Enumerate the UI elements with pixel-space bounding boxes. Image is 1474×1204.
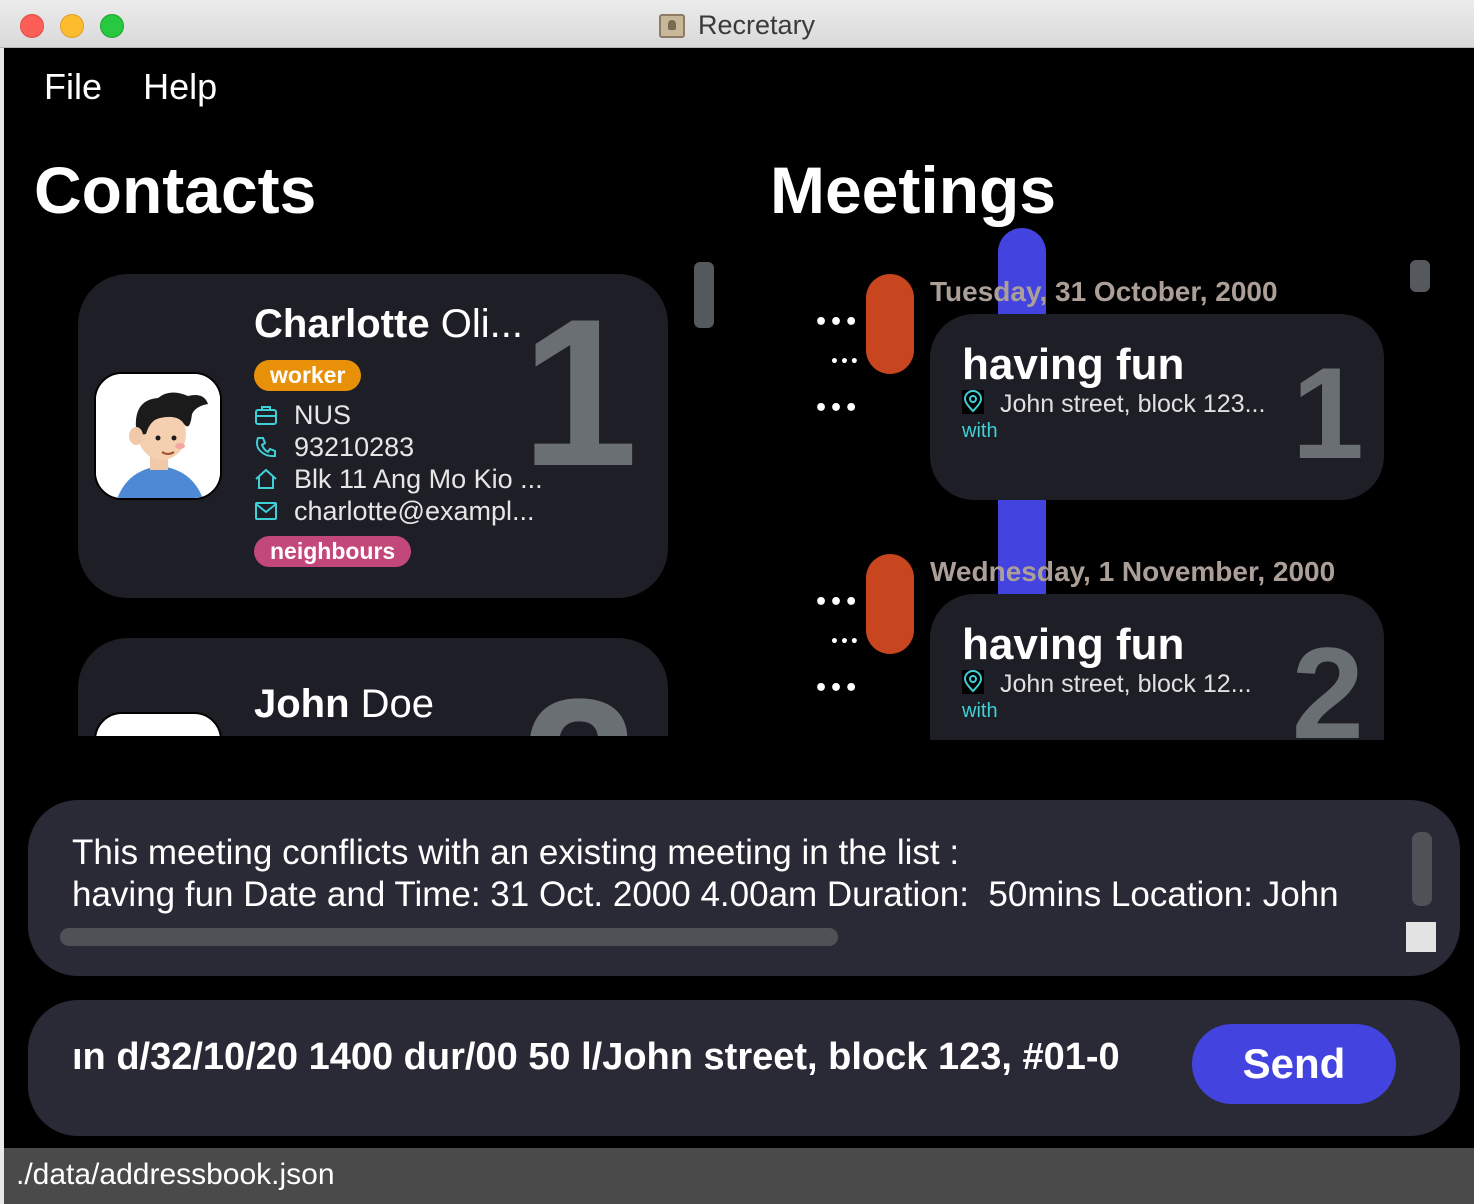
more-dots-icon: ••• [814, 396, 860, 421]
meeting-card[interactable]: having fun John street, block 123... wit… [930, 314, 1384, 500]
app-icon [658, 13, 685, 38]
meeting-index: 1 [1291, 340, 1364, 486]
contacts-scrollbar[interactable] [694, 262, 714, 328]
contact-phone-row: 93210283 [254, 432, 414, 463]
meeting-with: with [962, 700, 998, 722]
meetings-title: Meetings [770, 153, 1057, 227]
contact-email: charlotte@exampl... [294, 496, 535, 526]
meeting-card[interactable]: having fun John street, block 12... with… [930, 594, 1384, 740]
meeting-date: Wednesday, 1 November, 2000 [930, 556, 1336, 587]
window-title: Recretary [698, 10, 816, 40]
contact-address: Blk 11 Ang Mo Kio ... [294, 464, 543, 494]
more-dots-icon: ••• [830, 354, 860, 370]
contact-company: NUS [294, 400, 352, 430]
result-horizontal-scrollbar[interactable] [60, 928, 838, 946]
data-file-path: ./data/addressbook.json [16, 1158, 335, 1191]
menu-help[interactable]: Help [143, 66, 217, 107]
more-dots-icon: ••• [814, 590, 860, 615]
briefcase-icon [255, 406, 277, 425]
meeting-index: 2 [1291, 620, 1364, 740]
contact-rest-name: Doe [360, 682, 435, 726]
contact-name: John Doe [254, 682, 434, 727]
avatar-illustration-icon [96, 374, 220, 498]
result-vertical-scrollbar[interactable] [1412, 832, 1432, 906]
meetings-scrollbar[interactable] [1410, 260, 1430, 292]
meeting-date: Tuesday, 31 October, 2000 [930, 276, 1278, 307]
contacts-title: Contacts [34, 153, 317, 227]
contact-address-row: Blk 11 Ang Mo Kio ... [254, 464, 543, 495]
window-titlebar: Recretary [0, 0, 1474, 48]
menu-bar: File Help [44, 66, 253, 108]
more-dots-icon: ••• [814, 310, 860, 335]
meeting-title: having fun [962, 340, 1185, 389]
contact-email-row: charlotte@exampl... [254, 496, 535, 527]
meeting-location-row: John street, block 12... [962, 670, 1252, 699]
app-window: File Help Contacts Meetings 1 Charlotte … [4, 48, 1474, 1148]
location-pin-icon [962, 390, 984, 414]
meeting-with: with [962, 420, 998, 442]
more-dots-icon: ••• [830, 634, 860, 650]
meeting-location-row: John street, block 123... [962, 390, 1265, 419]
meeting-location: John street, block 123... [1000, 390, 1266, 418]
meeting-time-pill [866, 274, 914, 374]
meeting-time-pill [866, 554, 914, 654]
contact-company-row: NUS [254, 400, 351, 431]
contacts-list[interactable]: 1 Charlotte Oli... worker NUS 93210283 B… [78, 274, 678, 736]
contact-phone: 93210283 [294, 432, 415, 462]
menu-file[interactable]: File [44, 66, 102, 107]
more-dots-icon: ••• [814, 676, 860, 701]
contact-first-name: Charlotte [254, 302, 430, 346]
contact-card[interactable]: 2 John Doe [78, 638, 668, 736]
phone-icon [256, 437, 276, 458]
contact-first-name: John [254, 682, 350, 726]
command-box: ın d/32/10/20 1400 dur/00 50 l/John stre… [28, 1000, 1460, 1136]
location-pin-icon [962, 670, 984, 694]
contact-name: Charlotte Oli... [254, 302, 523, 347]
result-display: This meeting conflicts with an existing … [28, 800, 1460, 976]
tag-worker: worker [254, 360, 362, 391]
meeting-title: having fun [962, 620, 1185, 669]
contact-card[interactable]: 1 Charlotte Oli... worker NUS 93210283 B… [78, 274, 668, 598]
avatar [94, 712, 222, 736]
meeting-location: John street, block 12... [1000, 670, 1252, 698]
contact-index: 2 [521, 668, 638, 737]
home-icon [255, 468, 277, 489]
window-title-wrap: Recretary [0, 10, 1474, 41]
status-bar: ./data/addressbook.json [4, 1148, 1474, 1204]
tag-neighbours: neighbours [254, 536, 412, 567]
result-text: This meeting conflicts with an existing … [72, 833, 1339, 914]
mail-icon [255, 502, 277, 520]
meetings-list[interactable]: ••• ••• ••• Tuesday, 31 October, 2000 ha… [794, 224, 1434, 740]
scroll-corner [1406, 922, 1436, 952]
send-button[interactable]: Send [1192, 1024, 1396, 1104]
contact-rest-name: Oli... [440, 302, 523, 346]
avatar [94, 372, 222, 500]
